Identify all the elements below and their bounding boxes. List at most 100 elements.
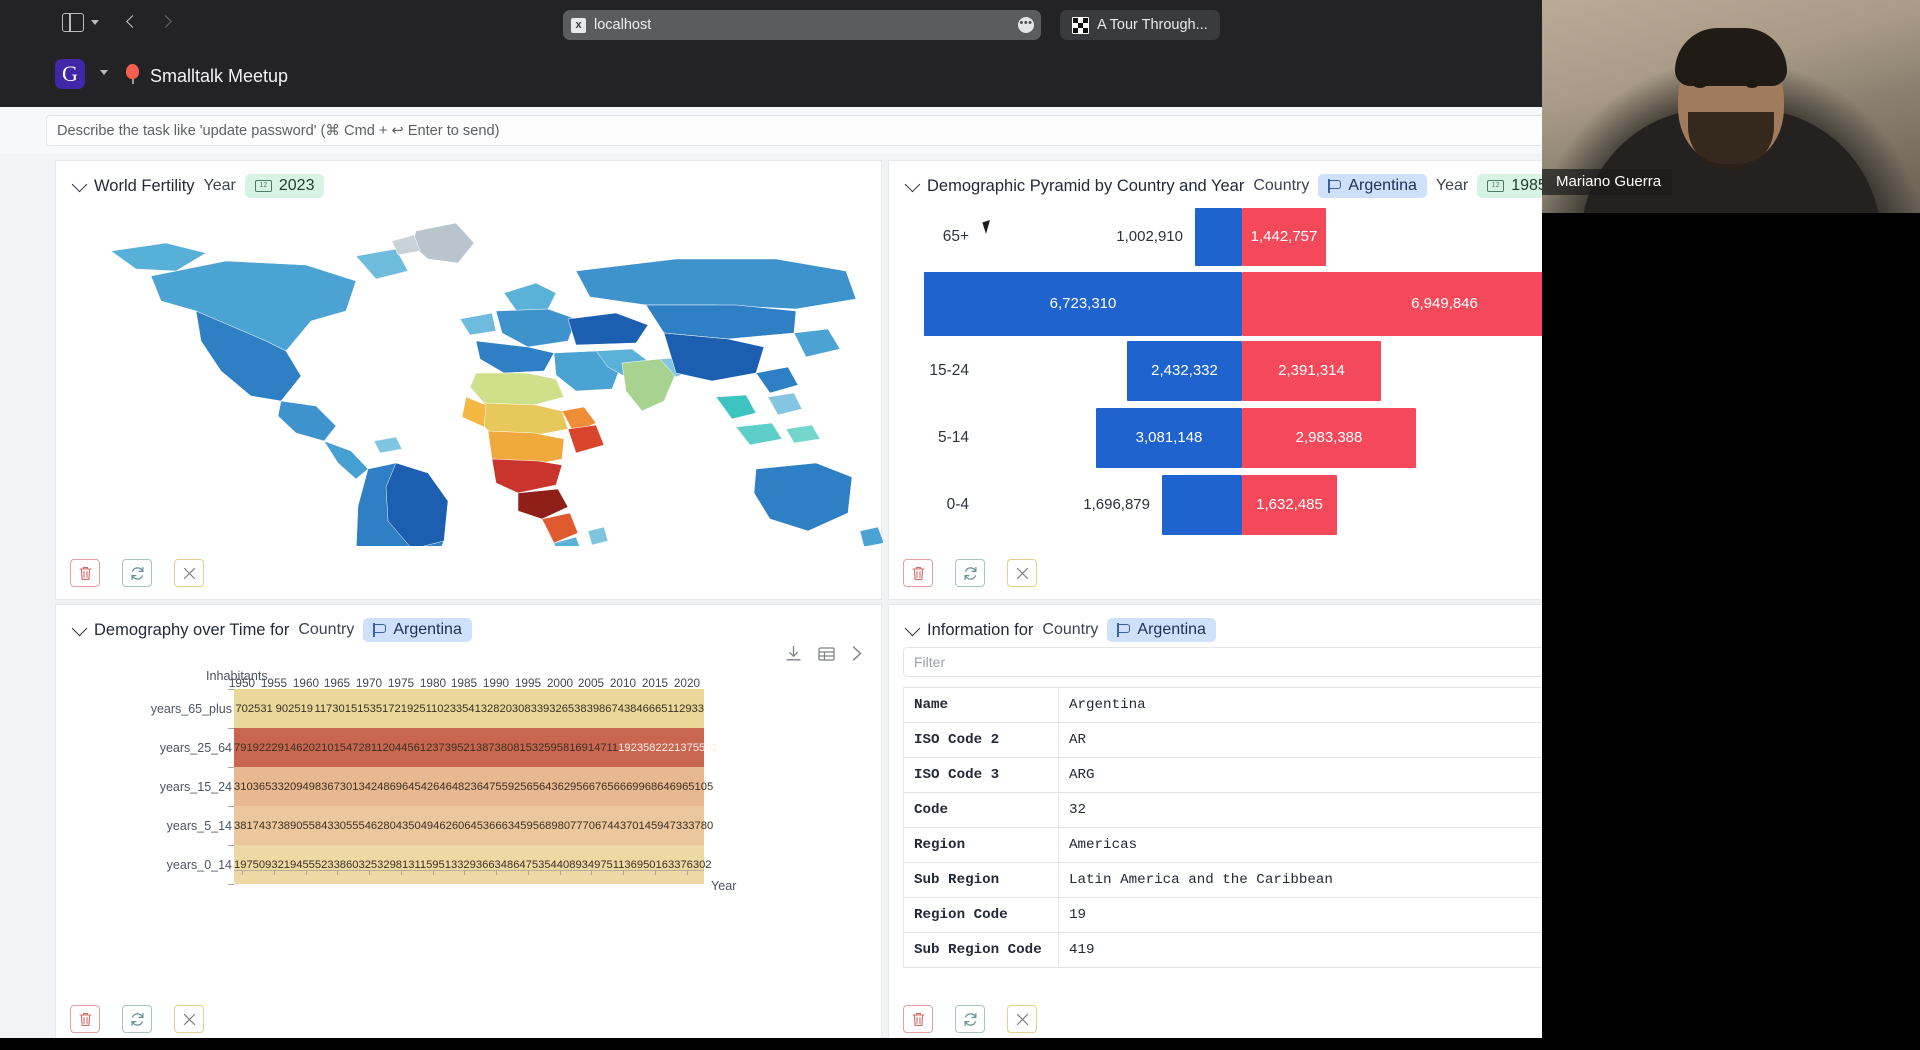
pyramid-bar-female[interactable]: 1,442,757 [1242,207,1326,266]
app-logo: G [55,59,85,89]
country-chip[interactable]: Argentina [1107,618,1216,642]
refresh-icon [964,566,976,580]
heatmap-x-axis-label: Year [711,879,737,893]
heatmap-x-tick [433,870,434,875]
heatmap-x-tick-label: 1970 [355,676,383,690]
pyramid-bar-male[interactable]: 1,696,879 [1083,474,1242,535]
close-button[interactable] [1007,559,1037,587]
heatmap-cell: 7333780 [669,819,714,832]
pyramid-bar-female[interactable]: 2,391,314 [1242,340,1381,401]
calendar-icon: 12 [254,180,272,192]
heatmap-row[interactable]: years_5_14 3817437 3890558 4330555 4628043 50… [167,806,713,845]
navigation-arrows[interactable] [126,12,172,28]
collapse-caret-icon[interactable] [904,176,921,192]
heatmap-cell: 1975093 [234,858,278,871]
heatmap-x-tick-label: 2020 [673,676,701,690]
sidebar-toggle-button[interactable] [62,13,99,32]
heatmap-cell: 3329366 [450,858,495,871]
heatmap-x-tick [274,870,275,875]
heatmap-row[interactable]: years_65_plus 702531 902519 1173015 1535172 1… [151,689,704,728]
table-icon[interactable] [818,646,835,662]
tab-a-tour-through[interactable]: A Tour Through... [1060,10,1220,40]
trash-icon [78,1012,92,1026]
chevron-right-icon[interactable] [851,645,863,662]
heatmap-x-tick [591,870,592,875]
panel-header: World Fertility Year 12 2023 [56,161,881,198]
pyramid-bar-male[interactable]: 2,432,332 [1127,340,1242,401]
delete-button[interactable] [903,1005,933,1033]
country-chip[interactable]: Argentina [363,618,472,642]
webcam-participant-name: Mariano Guerra [1542,169,1673,195]
collapse-caret-icon[interactable] [904,620,921,636]
pyramid-bar-male[interactable]: 6,723,310 [924,271,1242,336]
heatmap-cell: 902519 [275,702,313,715]
tab-label: A Tour Through... [1097,17,1208,33]
heatmap-cell: 5592565 [495,780,539,793]
webcam-overlay[interactable]: Mariano Guerra [1542,0,1920,213]
pyramid-bar-male[interactable]: 3,081,148 [1096,407,1242,468]
heatmap-x-tick-label: 1975 [387,676,415,690]
panel-world-fertility: World Fertility Year 12 2023 [55,160,883,600]
country-param-label: Country [1042,621,1099,638]
pyramid-value-female: 2,983,388 [1295,429,1363,446]
back-icon[interactable] [126,15,139,28]
collapse-caret-icon[interactable] [71,176,88,192]
heatmap-x-tick-label: 2005 [577,676,605,690]
close-button[interactable] [174,1005,204,1033]
panel-actions [70,1005,204,1033]
heatmap-cell: 4248696 [364,780,409,793]
collapse-caret-icon[interactable] [71,620,88,636]
country-chip[interactable]: Argentina [1318,174,1427,198]
country-value: Argentina [1348,177,1417,194]
address-bar[interactable]: x localhost ••• [563,10,1041,40]
heatmap-row[interactable]: years_25_64 7919222 9146202 10154728 1120445… [160,728,718,767]
year-chip[interactable]: 12 2023 [244,174,325,198]
heatmap-cell: 7014594 [626,819,670,832]
heatmap-x-tick [337,870,338,875]
heatmap-row[interactable]: years_15_24 3103653 3209498 3673013 4248696 4… [160,767,713,806]
heatmap-cell: 6965105 [669,780,714,793]
heatmap-chart[interactable]: Inhabitants Year years_65_plus 702531 9025… [56,667,883,987]
heatmap-x-tick-label: 1980 [419,676,447,690]
close-button[interactable] [174,559,204,587]
forward-icon[interactable] [159,15,172,28]
pyramid-value-female: 1,632,485 [1256,496,1323,513]
heatmap-x-tick [464,870,465,875]
heatmap-cell: 3103653 [234,780,278,793]
table-cell-key: ISO Code 3 [903,757,1059,793]
delete-button[interactable] [70,559,100,587]
close-button[interactable] [1007,1005,1037,1033]
heatmap-row[interactable]: years_0_14 1975093 2194555 2338603 2532981 31… [167,845,712,884]
heatmap-cell: 3544089 [538,858,582,871]
download-icon[interactable] [785,645,802,662]
refresh-icon [131,1012,143,1026]
refresh-button[interactable] [122,1005,152,1033]
country-value: Argentina [1137,621,1206,638]
refresh-button[interactable] [122,559,152,587]
pyramid-bar-female[interactable]: 2,983,388 [1242,407,1416,468]
delete-button[interactable] [70,1005,100,1033]
heatmap-cell: 3890558 [277,819,322,832]
refresh-button[interactable] [955,1005,985,1033]
chevron-down-icon [91,20,99,25]
flag-icon [1328,179,1341,193]
heatmap-y-tick [228,884,234,885]
chevron-down-icon[interactable] [100,70,108,75]
table-cell-key: Name [903,687,1059,723]
heatmap-row-label: years_0_14 [166,857,232,872]
heatmap-x-tick [242,870,243,875]
heatmap-cell: 2820308 [487,702,531,715]
refresh-button[interactable] [955,559,985,587]
flag-icon [1117,623,1131,637]
favicon-icon [1072,16,1089,34]
heatmap-row-label: years_15_24 [159,779,232,794]
heatmap-x-tick [496,870,497,875]
ellipsis-icon[interactable]: ••• [1018,17,1034,33]
world-map-chart[interactable] [56,201,883,546]
delete-button[interactable] [903,559,933,587]
close-icon [1016,567,1028,579]
heatmap-x-tick-label: 1955 [260,676,288,690]
pyramid-bar-male[interactable]: 1,002,910 [1116,207,1242,266]
pyramid-bar-female[interactable]: 1,632,485 [1242,474,1337,535]
heatmap-y-tick [228,767,234,768]
